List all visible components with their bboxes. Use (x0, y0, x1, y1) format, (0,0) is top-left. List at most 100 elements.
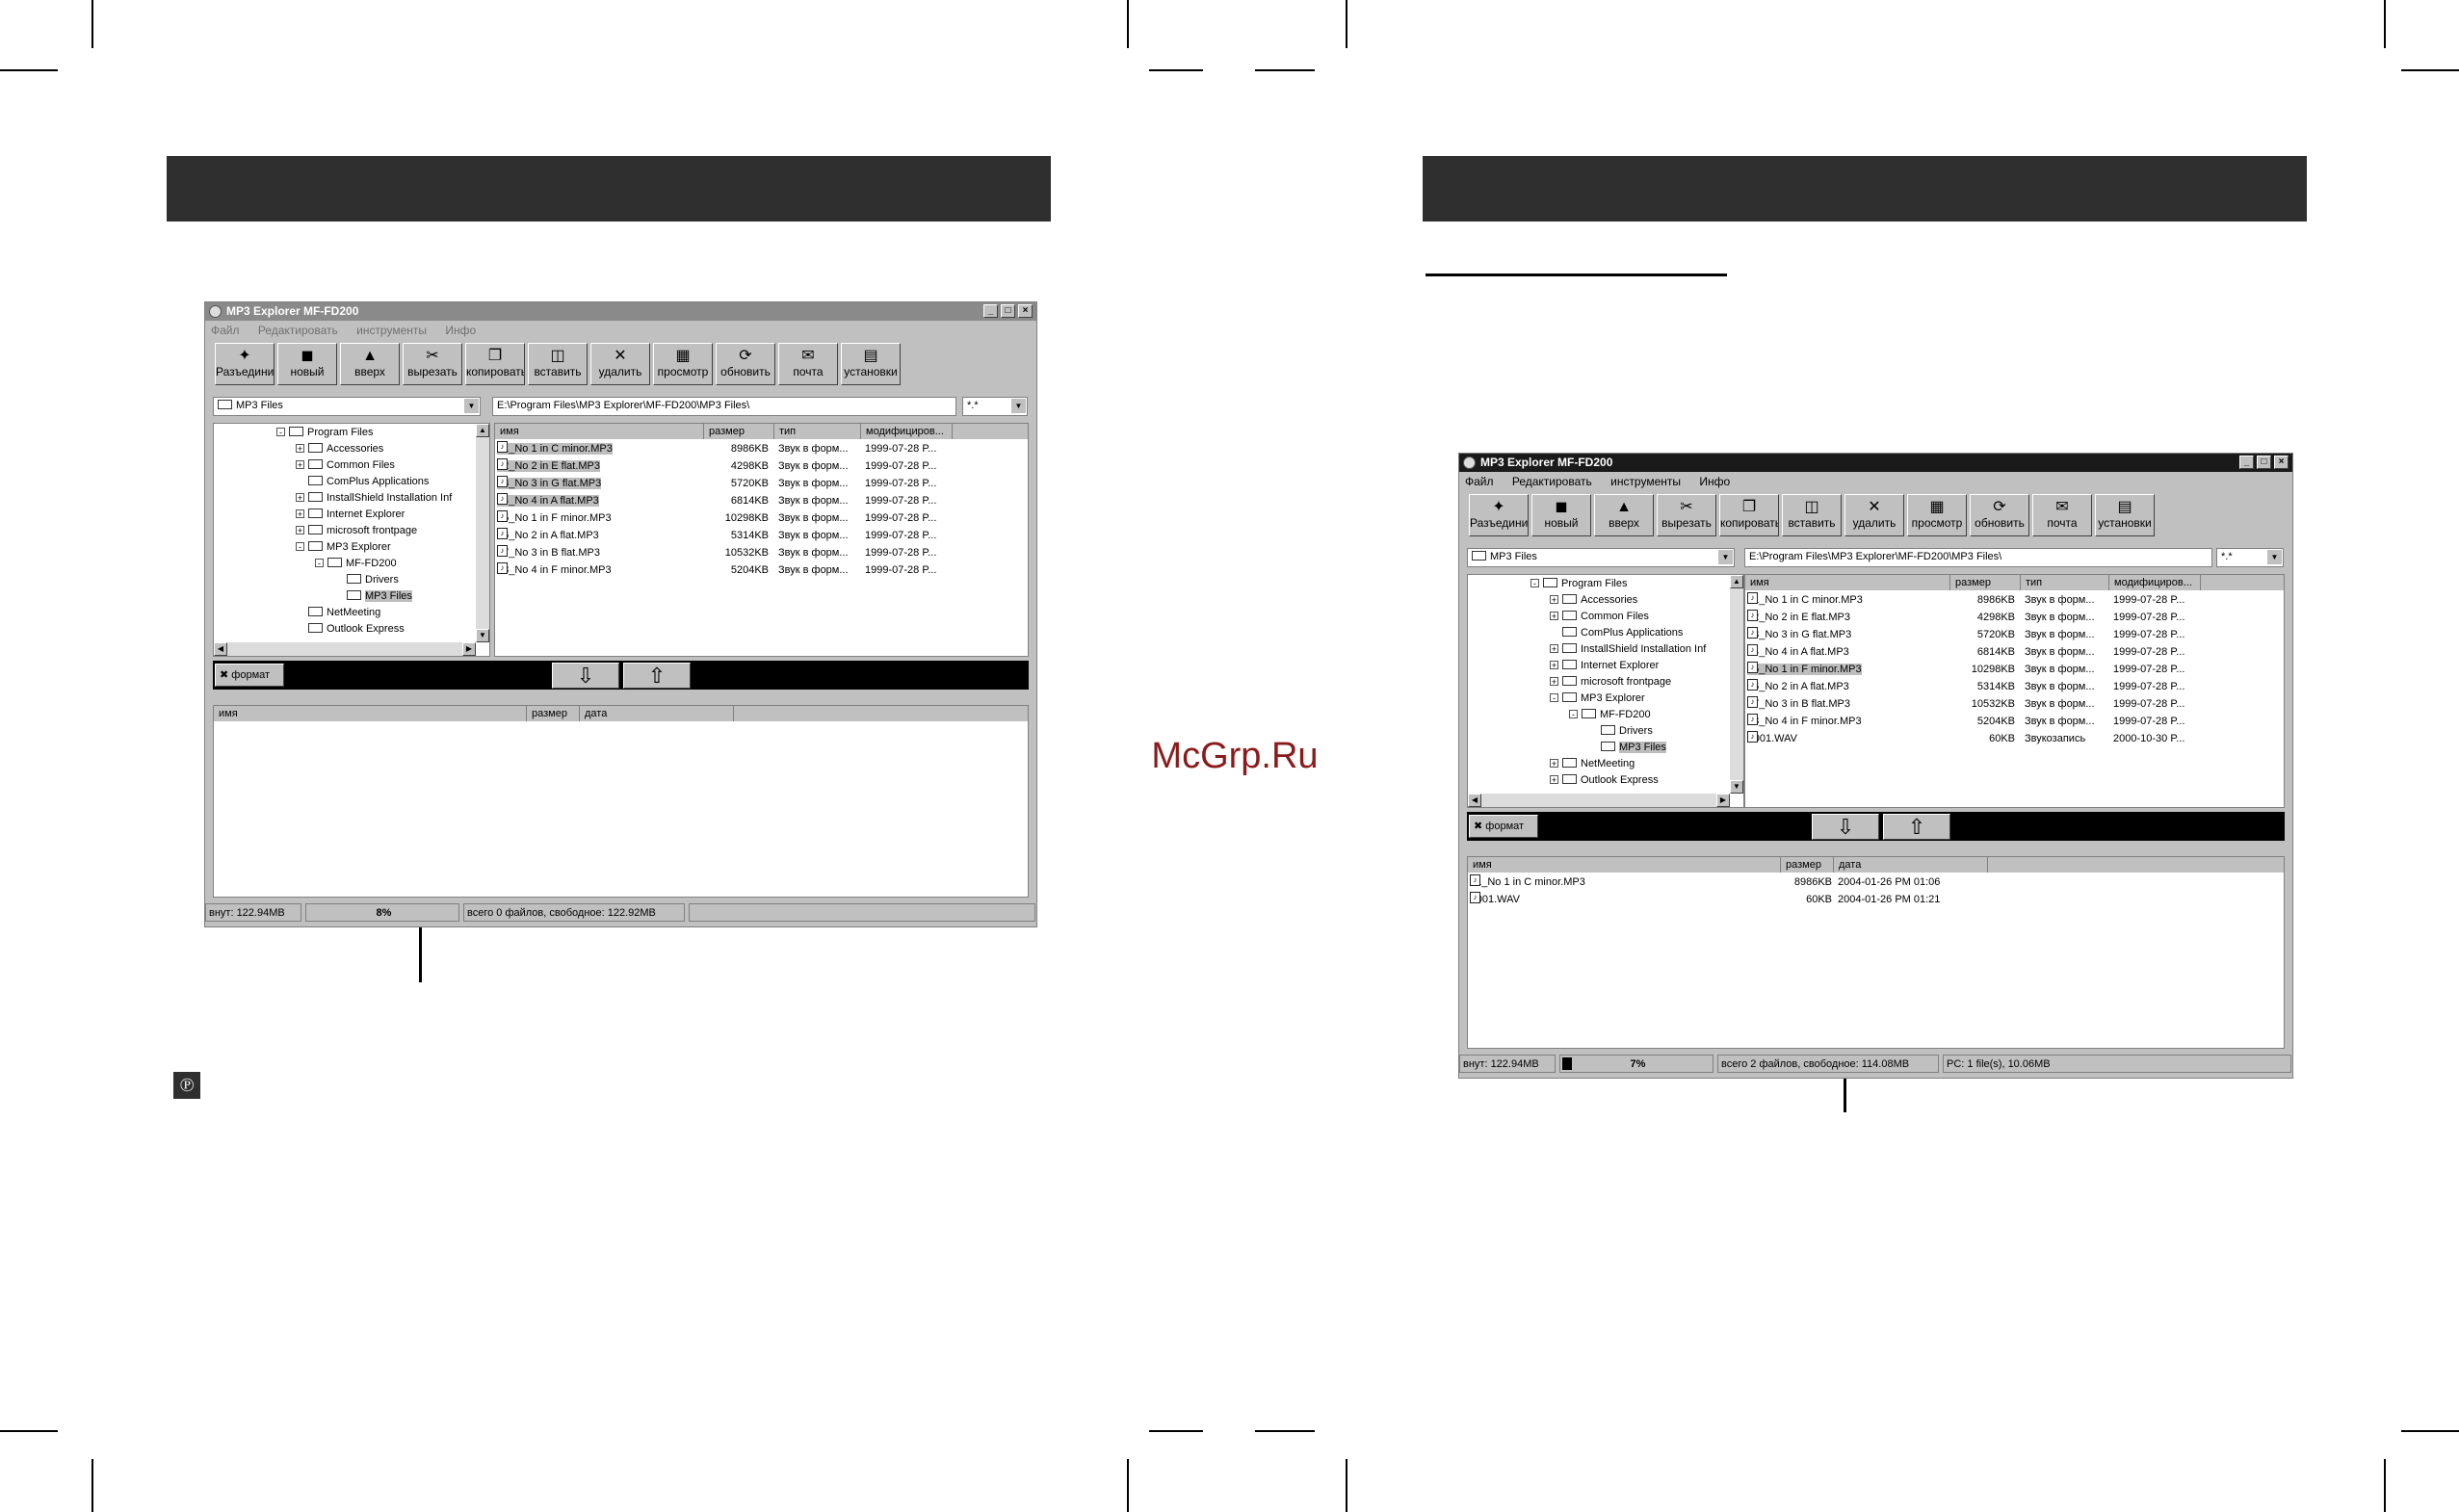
tree-vertical-scrollbar[interactable]: ▲ ▼ (1730, 575, 1743, 794)
tree-item[interactable]: - MP3 Explorer (296, 539, 391, 555)
tree-item[interactable]: ComPlus Applications (308, 474, 429, 489)
device-column-header-name[interactable]: имя (214, 706, 527, 721)
up-button[interactable]: ▲ вверх (340, 343, 400, 385)
tree-item[interactable]: + Accessories (1550, 592, 1637, 608)
tree-item[interactable]: - MP3 Explorer (1550, 691, 1645, 706)
format-button[interactable]: ✖ формат (215, 664, 284, 687)
tree-item[interactable]: + microsoft frontpage (296, 523, 417, 538)
filter-combo[interactable]: *.* ▼ (2216, 548, 2284, 567)
file-row[interactable]: ♪ 05_No 1 in F minor.MP3 10298KB Звук в фор… (1745, 662, 2284, 678)
tree-item[interactable]: + Accessories (296, 441, 383, 456)
tree-item[interactable]: + Internet Explorer (296, 507, 405, 522)
mail-button[interactable]: ✉ почта (778, 343, 838, 385)
file-row[interactable]: ♪ 04_No 4 in A flat.MP3 6814KB Звук в форм.… (495, 493, 1028, 509)
close-button[interactable]: × (2274, 456, 2289, 469)
column-header-modified[interactable]: модифициров... (861, 424, 953, 439)
file-row[interactable]: ♪ F001.WAV 60KB Звукозапись 2000-10-30 P... (1745, 731, 2284, 747)
file-row[interactable]: ♪ 06_No 2 in A flat.MP3 5314KB Звук в форм.… (1745, 679, 2284, 695)
tree-item[interactable]: Outlook Express (308, 621, 405, 637)
menu-edit[interactable]: Редактировать (258, 324, 338, 337)
column-header-size[interactable]: размер (1950, 575, 2021, 590)
scroll-down-icon[interactable]: ▼ (476, 629, 489, 642)
disconnect-button[interactable]: ✦Разъединить (1469, 494, 1529, 536)
tree-item[interactable]: Drivers (347, 572, 399, 587)
file-row[interactable]: ♪ 02_No 2 in E flat.MP3 4298KB Звук в форм.… (495, 458, 1028, 475)
scroll-up-icon[interactable]: ▲ (1730, 575, 1743, 588)
paste-button[interactable]: ◫ вставить (528, 343, 588, 385)
file-row[interactable]: ♪ 03_No 3 in G flat.MP3 5720KB Звук в форм.… (1745, 627, 2284, 643)
copy-button[interactable]: ❐ копировать (1719, 494, 1779, 536)
delete-button[interactable]: ✕ удалить (590, 343, 650, 385)
tree-item[interactable]: + InstallShield Installation Inf (296, 490, 452, 506)
tree-item[interactable]: + InstallShield Installation Inf (1550, 641, 1706, 657)
paste-button[interactable]: ◫ вставить (1782, 494, 1842, 536)
filter-combo[interactable]: *.* ▼ (962, 397, 1028, 416)
chevron-down-icon[interactable]: ▼ (464, 399, 479, 413)
file-row[interactable]: ♪ 07_No 3 in B flat.MP3 10532KB Звук в форм… (495, 545, 1028, 561)
tree-item[interactable]: + Outlook Express (1550, 772, 1659, 788)
menu-tools[interactable]: инструменты (356, 324, 427, 337)
device-column-header-name[interactable]: имя (1468, 857, 1781, 873)
up-button[interactable]: ▲ вверх (1594, 494, 1654, 536)
tree-item[interactable]: - Program Files (276, 425, 373, 440)
menu-edit[interactable]: Редактировать (1512, 475, 1592, 488)
file-row[interactable]: ♪ 04_No 4 in A flat.MP3 6814KB Звук в форм.… (1745, 644, 2284, 661)
tree-item[interactable]: - Program Files (1530, 576, 1627, 591)
file-row[interactable]: ♪ 02_No 2 in E flat.MP3 4298KB Звук в форм.… (1745, 610, 2284, 626)
refresh-button[interactable]: ⟳ обновить (1970, 494, 2029, 536)
file-row[interactable]: ♪ 08_No 4 in F minor.MP3 5204KB Звук в форм… (1745, 714, 2284, 730)
minimize-button[interactable]: _ (983, 304, 998, 318)
scroll-right-icon[interactable]: ▶ (462, 642, 476, 656)
file-row[interactable]: ♪ 08_No 4 in F minor.MP3 5204KB Звук в форм… (495, 562, 1028, 579)
device-column-header-date[interactable]: дата (580, 706, 734, 721)
file-row[interactable]: ♪ F001.WAV 60KB 2004-01-26 PM 01:21 (1468, 892, 2284, 908)
tree-item[interactable]: - MF-FD200 (315, 556, 397, 571)
menu-file[interactable]: Файл (1465, 475, 1494, 488)
chevron-down-icon[interactable]: ▼ (2267, 550, 2282, 564)
new-folder-button[interactable]: ◼ новый (1531, 494, 1591, 536)
format-button[interactable]: ✖ формат (1469, 815, 1538, 838)
disconnect-button[interactable]: ✦Разъединить (215, 343, 275, 385)
scroll-down-icon[interactable]: ▼ (1730, 780, 1743, 794)
upload-to-device-button[interactable]: ⇧ (1883, 814, 1950, 840)
path-input[interactable]: E:\Program Files\MP3 Explorer\MF-FD200\M… (1744, 548, 2212, 567)
minimize-button[interactable]: _ (2239, 456, 2254, 469)
tree-horizontal-scrollbar[interactable]: ◀ ▶ (214, 642, 476, 656)
device-column-header-size[interactable]: размер (527, 706, 580, 721)
tree-item[interactable]: Drivers (1601, 723, 1653, 739)
tree-item[interactable]: NetMeeting (308, 605, 380, 620)
scroll-left-icon[interactable]: ◀ (1468, 794, 1481, 807)
file-row[interactable]: ♪ 03_No 3 in G flat.MP3 5720KB Звук в форм.… (495, 476, 1028, 492)
delete-button[interactable]: ✕ удалить (1844, 494, 1904, 536)
menu-info[interactable]: Инфо (1699, 475, 1730, 488)
maximize-button[interactable]: □ (1001, 304, 1015, 318)
refresh-button[interactable]: ⟳ обновить (716, 343, 775, 385)
tree-item[interactable]: ComPlus Applications (1562, 625, 1683, 640)
device-column-header-size[interactable]: размер (1781, 857, 1834, 873)
tree-item[interactable]: - MF-FD200 (1569, 707, 1651, 722)
file-row[interactable]: ♪ 06_No 2 in A flat.MP3 5314KB Звук в форм.… (495, 528, 1028, 544)
maximize-button[interactable]: □ (2257, 456, 2271, 469)
tree-item[interactable]: + Common Files (1550, 609, 1649, 624)
file-row[interactable]: ♪ 01_No 1 in C minor.MP3 8986KB Звук в форм… (495, 441, 1028, 457)
copy-button[interactable]: ❐ копировать (465, 343, 525, 385)
column-header-size[interactable]: размер (704, 424, 774, 439)
file-row[interactable]: ♪ 07_No 3 in B flat.MP3 10532KB Звук в форм… (1745, 696, 2284, 713)
view-button[interactable]: ▦ просмотр (653, 343, 713, 385)
menu-info[interactable]: Инфо (445, 324, 476, 337)
settings-button[interactable]: ▤ установки (2095, 494, 2155, 536)
scroll-up-icon[interactable]: ▲ (476, 424, 489, 437)
column-header-modified[interactable]: модифициров... (2109, 575, 2201, 590)
tree-item[interactable]: MP3 Files (347, 588, 412, 604)
cut-button[interactable]: ✂ вырезать (1657, 494, 1716, 536)
drive-combo[interactable]: MP3 Files ▼ (1467, 548, 1735, 567)
settings-button[interactable]: ▤ установки (841, 343, 901, 385)
column-header-name[interactable]: имя (1745, 575, 1950, 590)
download-to-pc-button[interactable]: ⇩ (1812, 814, 1879, 840)
tree-item[interactable]: + Internet Explorer (1550, 658, 1659, 673)
column-header-name[interactable]: имя (495, 424, 704, 439)
menu-tools[interactable]: инструменты (1610, 475, 1681, 488)
mail-button[interactable]: ✉ почта (2032, 494, 2092, 536)
tree-horizontal-scrollbar[interactable]: ◀ ▶ (1468, 794, 1730, 807)
column-header-type[interactable]: тип (2021, 575, 2109, 590)
